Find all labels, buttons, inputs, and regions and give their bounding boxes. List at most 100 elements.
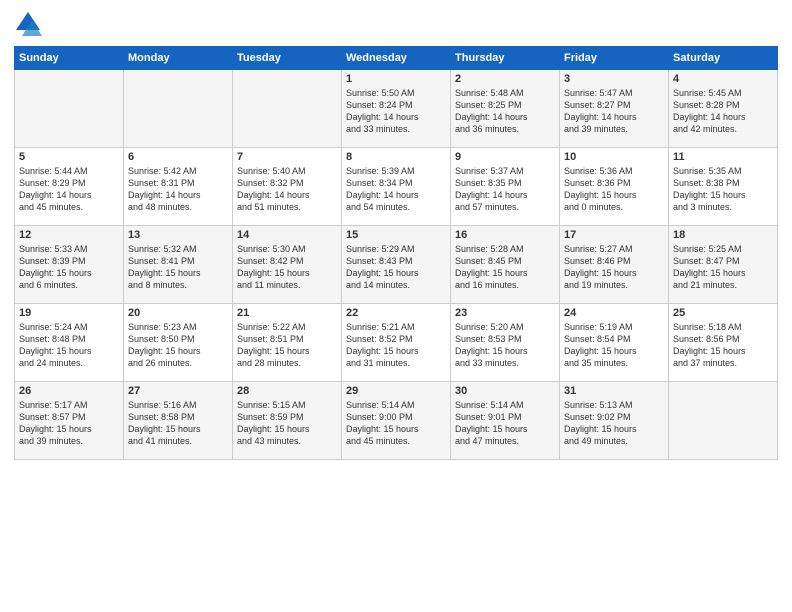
cell-content: Sunrise: 5:22 AM Sunset: 8:51 PM Dayligh… xyxy=(237,321,337,370)
day-number: 28 xyxy=(237,385,337,397)
calendar-cell-2-0: 12 Sunrise: 5:33 AM Sunset: 8:39 PM Dayli… xyxy=(15,226,124,304)
day-number: 22 xyxy=(346,307,446,319)
calendar-cell-4-3: 29 Sunrise: 5:14 AM Sunset: 9:00 PM Dayli… xyxy=(342,382,451,460)
day-number: 29 xyxy=(346,385,446,397)
day-number: 5 xyxy=(19,151,119,163)
cell-content: Sunrise: 5:15 AM Sunset: 8:59 PM Dayligh… xyxy=(237,399,337,448)
calendar-cell-0-1 xyxy=(124,70,233,148)
calendar-cell-2-6: 18 Sunrise: 5:25 AM Sunset: 8:47 PM Dayli… xyxy=(669,226,778,304)
weekday-header-friday: Friday xyxy=(560,47,669,70)
day-number: 14 xyxy=(237,229,337,241)
calendar-week-3: 19 Sunrise: 5:24 AM Sunset: 8:48 PM Dayli… xyxy=(15,304,778,382)
cell-content: Sunrise: 5:23 AM Sunset: 8:50 PM Dayligh… xyxy=(128,321,228,370)
cell-content: Sunrise: 5:27 AM Sunset: 8:46 PM Dayligh… xyxy=(564,243,664,292)
logo xyxy=(14,10,44,38)
cell-content: Sunrise: 5:13 AM Sunset: 9:02 PM Dayligh… xyxy=(564,399,664,448)
calendar-cell-4-1: 27Sunrise: 5:16 AM Sunset: 8:58 PM Dayli… xyxy=(124,382,233,460)
calendar-cell-3-5: 24 Sunrise: 5:19 AM Sunset: 8:54 PM Dayli… xyxy=(560,304,669,382)
day-number: 3 xyxy=(564,73,664,85)
calendar-week-0: 1Sunrise: 5:50 AM Sunset: 8:24 PM Daylig… xyxy=(15,70,778,148)
calendar-cell-1-1: 6 Sunrise: 5:42 AM Sunset: 8:31 PM Daylig… xyxy=(124,148,233,226)
calendar-cell-3-2: 21 Sunrise: 5:22 AM Sunset: 8:51 PM Dayli… xyxy=(233,304,342,382)
day-number: 12 xyxy=(19,229,119,241)
calendar-cell-1-6: 11Sunrise: 5:35 AM Sunset: 8:38 PM Dayli… xyxy=(669,148,778,226)
day-number: 7 xyxy=(237,151,337,163)
page-container: SundayMondayTuesdayWednesdayThursdayFrid… xyxy=(0,0,792,470)
cell-content: Sunrise: 5:19 AM Sunset: 8:54 PM Dayligh… xyxy=(564,321,664,370)
calendar-cell-3-6: 25Sunrise: 5:18 AM Sunset: 8:56 PM Dayli… xyxy=(669,304,778,382)
day-number: 21 xyxy=(237,307,337,319)
calendar-cell-2-5: 17 Sunrise: 5:27 AM Sunset: 8:46 PM Dayli… xyxy=(560,226,669,304)
calendar-cell-3-1: 20 Sunrise: 5:23 AM Sunset: 8:50 PM Dayli… xyxy=(124,304,233,382)
cell-content: Sunrise: 5:39 AM Sunset: 8:34 PM Dayligh… xyxy=(346,165,446,214)
cell-content: Sunrise: 5:42 AM Sunset: 8:31 PM Dayligh… xyxy=(128,165,228,214)
day-number: 16 xyxy=(455,229,555,241)
calendar-cell-0-6: 4Sunrise: 5:45 AM Sunset: 8:28 PM Daylig… xyxy=(669,70,778,148)
calendar-week-4: 26Sunrise: 5:17 AM Sunset: 8:57 PM Dayli… xyxy=(15,382,778,460)
cell-content: Sunrise: 5:35 AM Sunset: 8:38 PM Dayligh… xyxy=(673,165,773,214)
cell-content: Sunrise: 5:18 AM Sunset: 8:56 PM Dayligh… xyxy=(673,321,773,370)
cell-content: Sunrise: 5:40 AM Sunset: 8:32 PM Dayligh… xyxy=(237,165,337,214)
calendar-week-2: 12 Sunrise: 5:33 AM Sunset: 8:39 PM Dayli… xyxy=(15,226,778,304)
cell-content: Sunrise: 5:30 AM Sunset: 8:42 PM Dayligh… xyxy=(237,243,337,292)
weekday-header-thursday: Thursday xyxy=(451,47,560,70)
day-number: 1 xyxy=(346,73,446,85)
weekday-header-wednesday: Wednesday xyxy=(342,47,451,70)
weekday-header-row: SundayMondayTuesdayWednesdayThursdayFrid… xyxy=(15,47,778,70)
weekday-header-sunday: Sunday xyxy=(15,47,124,70)
cell-content: Sunrise: 5:20 AM Sunset: 8:53 PM Dayligh… xyxy=(455,321,555,370)
day-number: 9 xyxy=(455,151,555,163)
calendar-cell-4-2: 28 Sunrise: 5:15 AM Sunset: 8:59 PM Dayli… xyxy=(233,382,342,460)
day-number: 13 xyxy=(128,229,228,241)
weekday-header-saturday: Saturday xyxy=(669,47,778,70)
calendar-cell-2-3: 15 Sunrise: 5:29 AM Sunset: 8:43 PM Dayli… xyxy=(342,226,451,304)
cell-content: Sunrise: 5:48 AM Sunset: 8:25 PM Dayligh… xyxy=(455,87,555,136)
cell-content: Sunrise: 5:36 AM Sunset: 8:36 PM Dayligh… xyxy=(564,165,664,214)
calendar-cell-0-0 xyxy=(15,70,124,148)
cell-content: Sunrise: 5:14 AM Sunset: 9:01 PM Dayligh… xyxy=(455,399,555,448)
calendar-table: SundayMondayTuesdayWednesdayThursdayFrid… xyxy=(14,46,778,460)
day-number: 30 xyxy=(455,385,555,397)
calendar-cell-4-5: 31 Sunrise: 5:13 AM Sunset: 9:02 PM Dayli… xyxy=(560,382,669,460)
cell-content: Sunrise: 5:44 AM Sunset: 8:29 PM Dayligh… xyxy=(19,165,119,214)
calendar-cell-0-2 xyxy=(233,70,342,148)
page-header xyxy=(14,10,778,38)
calendar-cell-0-4: 2 Sunrise: 5:48 AM Sunset: 8:25 PM Daylig… xyxy=(451,70,560,148)
cell-content: Sunrise: 5:32 AM Sunset: 8:41 PM Dayligh… xyxy=(128,243,228,292)
calendar-cell-2-4: 16 Sunrise: 5:28 AM Sunset: 8:45 PM Dayli… xyxy=(451,226,560,304)
calendar-cell-2-2: 14 Sunrise: 5:30 AM Sunset: 8:42 PM Dayli… xyxy=(233,226,342,304)
cell-content: Sunrise: 5:28 AM Sunset: 8:45 PM Dayligh… xyxy=(455,243,555,292)
calendar-cell-3-0: 19 Sunrise: 5:24 AM Sunset: 8:48 PM Dayli… xyxy=(15,304,124,382)
calendar-cell-2-1: 13 Sunrise: 5:32 AM Sunset: 8:41 PM Dayli… xyxy=(124,226,233,304)
weekday-header-monday: Monday xyxy=(124,47,233,70)
day-number: 24 xyxy=(564,307,664,319)
cell-content: Sunrise: 5:29 AM Sunset: 8:43 PM Dayligh… xyxy=(346,243,446,292)
day-number: 17 xyxy=(564,229,664,241)
calendar-cell-1-3: 8Sunrise: 5:39 AM Sunset: 8:34 PM Daylig… xyxy=(342,148,451,226)
cell-content: Sunrise: 5:21 AM Sunset: 8:52 PM Dayligh… xyxy=(346,321,446,370)
cell-content: Sunrise: 5:14 AM Sunset: 9:00 PM Dayligh… xyxy=(346,399,446,448)
day-number: 19 xyxy=(19,307,119,319)
cell-content: Sunrise: 5:16 AM Sunset: 8:58 PM Dayligh… xyxy=(128,399,228,448)
day-number: 10 xyxy=(564,151,664,163)
day-number: 26 xyxy=(19,385,119,397)
day-number: 4 xyxy=(673,73,773,85)
calendar-cell-1-4: 9 Sunrise: 5:37 AM Sunset: 8:35 PM Daylig… xyxy=(451,148,560,226)
cell-content: Sunrise: 5:33 AM Sunset: 8:39 PM Dayligh… xyxy=(19,243,119,292)
weekday-header-tuesday: Tuesday xyxy=(233,47,342,70)
day-number: 15 xyxy=(346,229,446,241)
day-number: 2 xyxy=(455,73,555,85)
calendar-cell-1-0: 5 Sunrise: 5:44 AM Sunset: 8:29 PM Daylig… xyxy=(15,148,124,226)
day-number: 18 xyxy=(673,229,773,241)
calendar-cell-1-2: 7 Sunrise: 5:40 AM Sunset: 8:32 PM Daylig… xyxy=(233,148,342,226)
day-number: 6 xyxy=(128,151,228,163)
day-number: 20 xyxy=(128,307,228,319)
calendar-cell-4-6 xyxy=(669,382,778,460)
calendar-cell-3-3: 22 Sunrise: 5:21 AM Sunset: 8:52 PM Dayli… xyxy=(342,304,451,382)
cell-content: Sunrise: 5:37 AM Sunset: 8:35 PM Dayligh… xyxy=(455,165,555,214)
calendar-cell-0-5: 3Sunrise: 5:47 AM Sunset: 8:27 PM Daylig… xyxy=(560,70,669,148)
day-number: 31 xyxy=(564,385,664,397)
cell-content: Sunrise: 5:25 AM Sunset: 8:47 PM Dayligh… xyxy=(673,243,773,292)
cell-content: Sunrise: 5:24 AM Sunset: 8:48 PM Dayligh… xyxy=(19,321,119,370)
day-number: 23 xyxy=(455,307,555,319)
